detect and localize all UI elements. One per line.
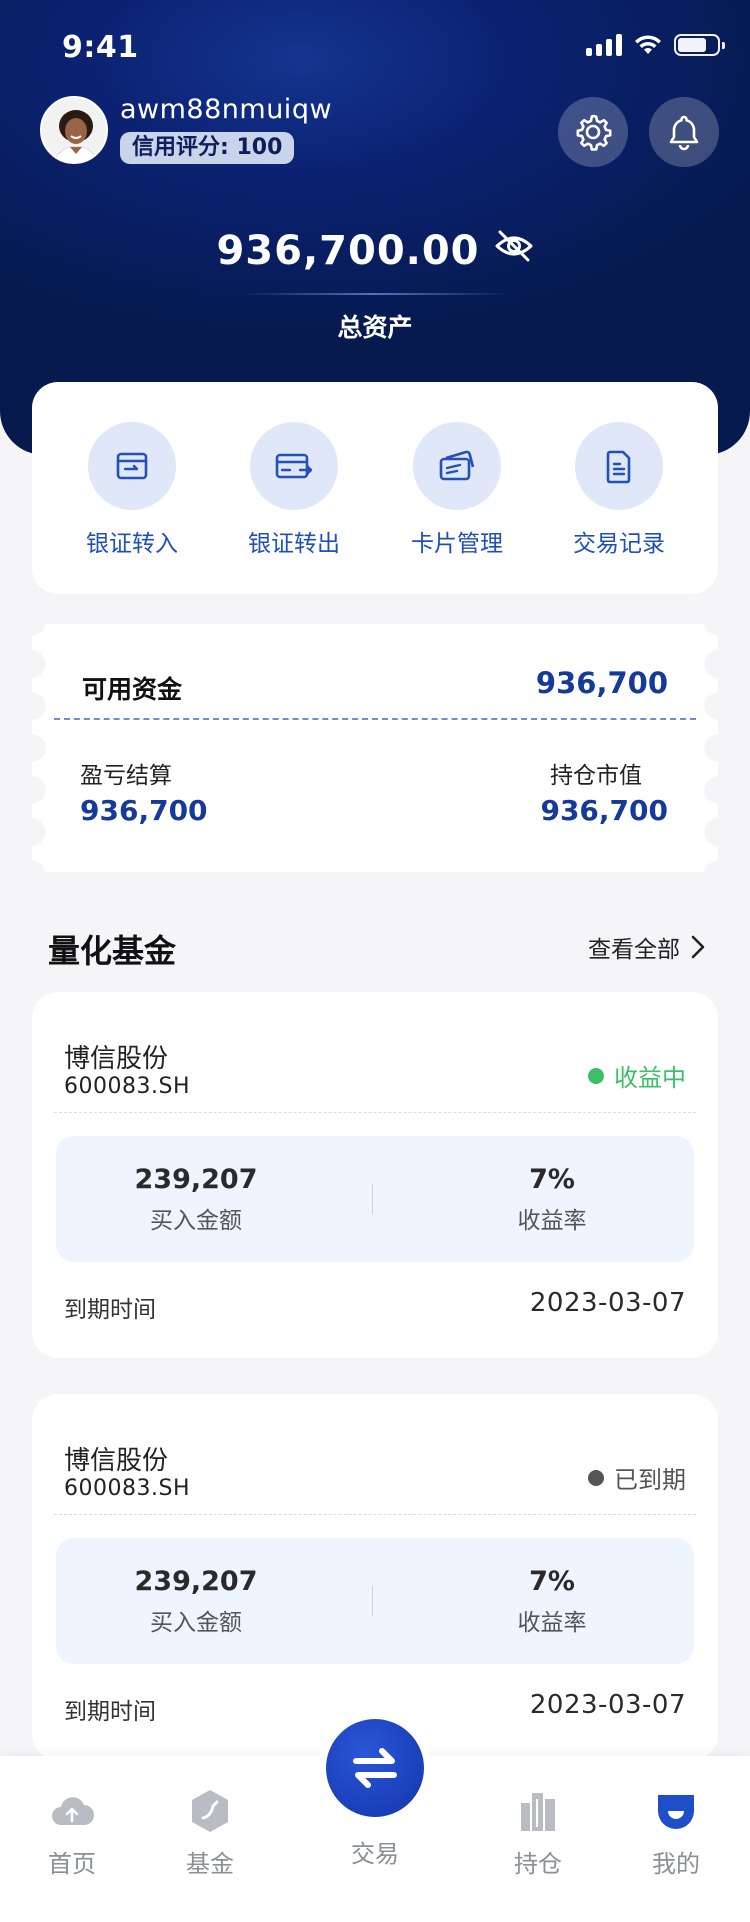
yield-rate-label: 收益率 [517,1208,587,1234]
total-assets-number: 936,700.00 [216,228,480,274]
credit-badge: 信用评分: 100 [120,132,295,164]
status-icons [586,34,725,56]
notifications-button[interactable] [649,97,719,167]
divider [54,718,696,720]
fund-code: 600083.SH [64,1476,190,1501]
quick-action-label: 银证转入 [86,531,178,557]
quick-action-card-management[interactable]: 卡片管理 [387,422,527,558]
funds-summary-card: 可用资金 936,700 盈亏结算 936,700 持仓市值 936,700 [32,624,718,872]
status-badge: 收益中 [588,1058,686,1093]
expire-label: 到期时间 [64,1699,156,1725]
stat-separator [372,1586,373,1616]
buy-amount-label: 买入金额 [150,1610,242,1636]
swap-arrows-icon [353,1748,397,1788]
fund-code: 600083.SH [64,1074,190,1099]
buy-amount-value: 239,207 [134,1164,258,1195]
mine-icon [616,1786,736,1836]
total-assets-label: 总资产 [337,313,413,342]
status-time: 9:41 [62,30,139,65]
pl-settlement-value: 936,700 [80,794,208,827]
quick-action-transaction-records[interactable]: 交易记录 [549,422,689,558]
quick-action-label: 银证转出 [248,531,340,557]
status-bar: 9:41 [0,0,750,100]
signal-icon [586,34,622,56]
quick-action-label: 卡片管理 [411,531,503,557]
expire-value: 2023-03-07 [529,1288,686,1318]
yield-rate-value: 7% [529,1164,575,1195]
settings-button[interactable] [558,97,628,167]
available-funds-value: 936,700 [535,666,668,700]
tab-holdings[interactable]: 持仓 [478,1786,598,1879]
stat-separator [372,1184,373,1214]
document-icon [575,422,663,510]
quick-action-label: 交易记录 [573,531,665,557]
bell-icon [669,115,699,151]
tab-label: 我的 [652,1850,700,1878]
tab-fund[interactable]: 基金 [150,1786,270,1879]
cards-icon [413,422,501,510]
expire-label: 到期时间 [64,1297,156,1323]
market-value-value: 936,700 [540,794,668,827]
status-text: 收益中 [614,1064,686,1092]
fund-stats: 239,207 买入金额 7% 收益率 [56,1538,694,1664]
yield-rate-label: 收益率 [517,1610,587,1636]
section-title: 量化基金 [48,932,177,970]
quick-action-transfer-in[interactable]: 银证转入 [62,422,202,558]
yield-rate: 7% 收益率 [412,1164,692,1235]
tab-label: 持仓 [514,1850,562,1878]
status-text: 已到期 [614,1466,686,1494]
hide-balance-icon[interactable] [494,227,534,273]
tab-label: 首页 [48,1850,96,1878]
fund-name: 博信股份 [64,1446,169,1476]
status-dot-icon [588,1067,604,1084]
status-badge: 已到期 [588,1460,686,1495]
trade-button[interactable] [326,1719,424,1817]
market-value-label: 持仓市值 [550,763,642,789]
total-divider [240,293,510,295]
tab-label: 基金 [186,1850,234,1878]
fund-stats: 239,207 买入金额 7% 收益率 [56,1136,694,1262]
tab-trade-label[interactable]: 交易 [315,1834,435,1869]
yield-rate: 7% 收益率 [412,1566,692,1637]
tab-mine[interactable]: 我的 [616,1786,736,1879]
expire-value: 2023-03-07 [529,1690,686,1720]
avatar[interactable] [40,96,108,164]
divider [54,1514,696,1515]
status-dot-icon [588,1469,604,1486]
available-funds-label: 可用资金 [82,675,183,704]
buy-amount-value: 239,207 [134,1566,258,1597]
view-all-link[interactable]: 查看全部 [588,930,706,964]
battery-icon [674,34,725,56]
fund-hexagon-icon [150,1786,270,1836]
transfer-out-icon [250,422,338,510]
buy-amount: 239,207 买入金额 [56,1566,336,1637]
transfer-in-icon [88,422,176,510]
total-assets-value: 936,700.00 [0,228,750,274]
buy-amount-label: 买入金额 [150,1208,242,1234]
pl-settlement-label: 盈亏结算 [80,763,172,789]
cloud-home-icon [12,1786,132,1836]
username: awm88nmuiqw [120,94,333,125]
yield-rate-value: 7% [529,1566,575,1597]
gear-icon [576,114,612,151]
quick-action-transfer-out[interactable]: 银证转出 [224,422,364,558]
buy-amount: 239,207 买入金额 [56,1164,336,1235]
view-all-label: 查看全部 [588,937,680,963]
tab-home[interactable]: 首页 [12,1786,132,1879]
chevron-right-icon [691,935,705,959]
quick-actions-card: 银证转入 银证转出 卡片管理 交易记录 [32,382,718,594]
divider [54,1112,696,1113]
wifi-icon [635,35,661,54]
buildings-icon [478,1786,598,1836]
fund-card[interactable]: 博信股份 600083.SH 收益中 239,207 买入金额 7% 收益率 到… [32,992,718,1358]
fund-name: 博信股份 [64,1044,169,1074]
fund-card[interactable]: 博信股份 600083.SH 已到期 239,207 买入金额 7% 收益率 到… [32,1394,718,1760]
